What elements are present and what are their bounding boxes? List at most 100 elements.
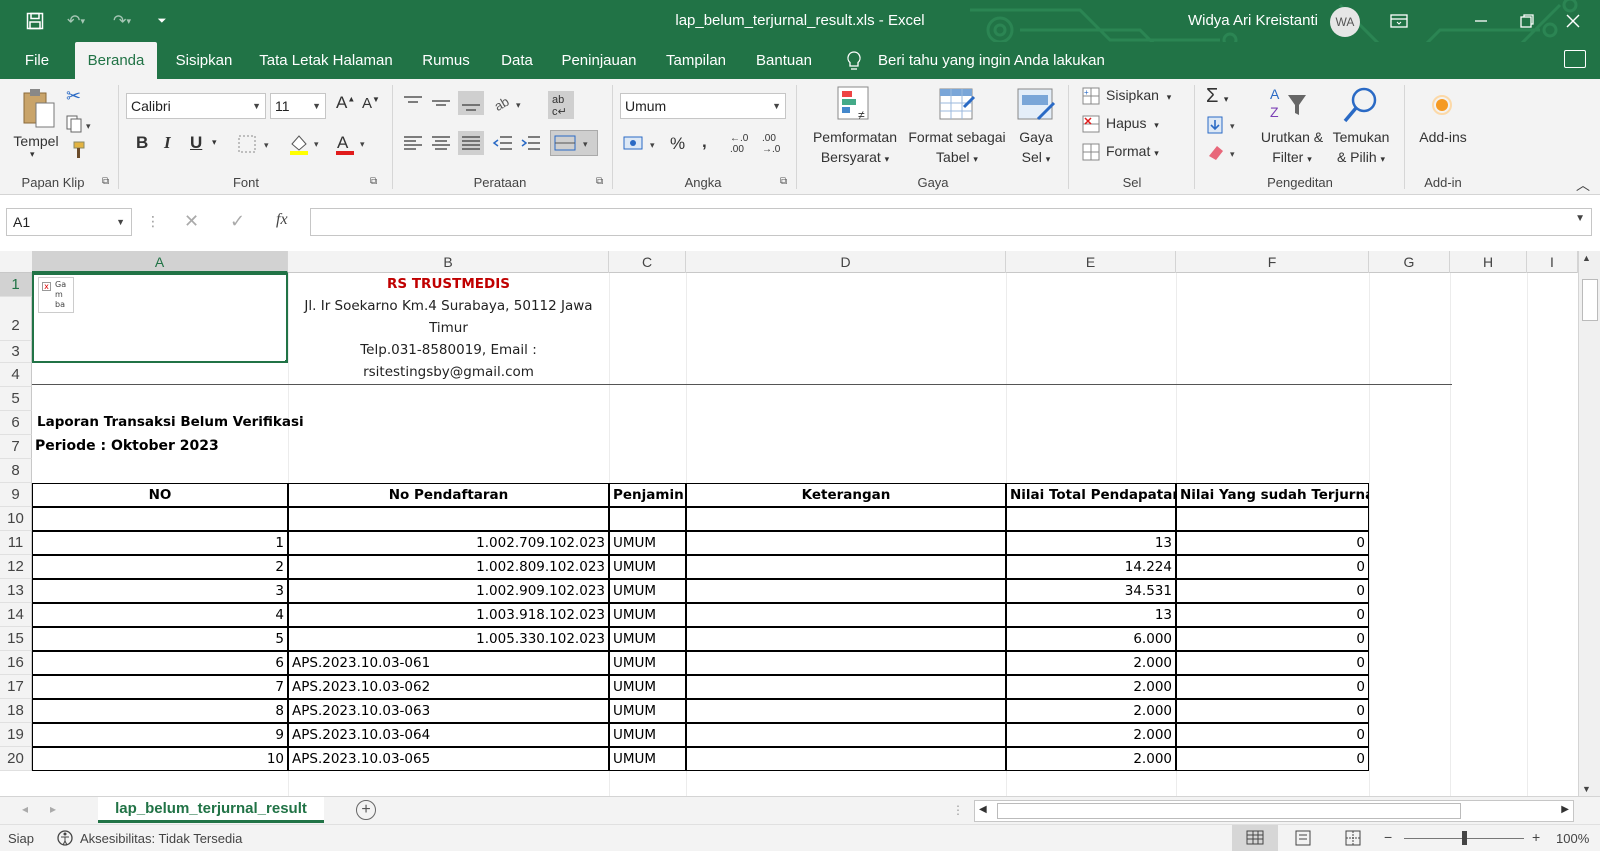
row-header-4[interactable]: 4	[0, 363, 32, 387]
table-cell[interactable]: 34.531	[1006, 579, 1176, 603]
font-launcher-icon[interactable]: ⧉	[370, 176, 377, 187]
tab-file[interactable]: File	[14, 42, 60, 79]
italic-icon[interactable]: I	[164, 133, 171, 153]
table-cell[interactable]: UMUM	[609, 747, 686, 771]
row-header-11[interactable]: 11	[0, 531, 32, 555]
company-header-block[interactable]: RS TRUSTMEDIS Jl. Ir Soekarno Km.4 Suraba…	[288, 273, 609, 383]
report-period[interactable]: Periode : Oktober 2023	[32, 435, 532, 459]
table-cell[interactable]: UMUM	[609, 675, 686, 699]
table-cell[interactable]	[686, 603, 1006, 627]
vertical-scroll-thumb[interactable]	[1582, 279, 1598, 321]
decrease-font-icon[interactable]: A▼	[362, 95, 380, 112]
merge-center-icon[interactable]: ▾	[550, 130, 598, 156]
table-cell[interactable]: 4	[32, 603, 288, 627]
tab-tata-letak[interactable]: Tata Letak Halaman	[255, 42, 397, 79]
add-ins-icon[interactable]	[1430, 93, 1454, 120]
table-header-1[interactable]: No Pendaftaran	[288, 483, 609, 507]
table-cell[interactable]: 1.005.330.102.023	[288, 627, 609, 651]
vertical-scrollbar[interactable]: ▲ ▼	[1578, 251, 1600, 796]
table-cell[interactable]: APS.2023.10.03-063	[288, 699, 609, 723]
format-as-table-label-2[interactable]: Tabel ▾	[904, 147, 1010, 169]
table-cell[interactable]: 0	[1176, 531, 1369, 555]
align-middle-icon[interactable]	[430, 93, 452, 116]
row-header-15[interactable]: 15	[0, 627, 32, 651]
row-header-13[interactable]: 13	[0, 579, 32, 603]
ribbon-display-icon[interactable]	[1376, 0, 1422, 42]
table-cell[interactable]: 13	[1006, 603, 1176, 627]
column-header-h[interactable]: H	[1450, 251, 1527, 273]
delete-cells-button[interactable]: Hapus ▾	[1106, 115, 1159, 131]
scroll-up-icon[interactable]: ▲	[1582, 253, 1591, 263]
fill-color-icon[interactable]: ▾	[288, 132, 328, 159]
conditional-formatting-label-2[interactable]: Bersyarat ▾	[806, 147, 904, 169]
increase-indent-icon[interactable]	[520, 133, 542, 156]
table-cell[interactable]	[686, 723, 1006, 747]
row-header-20[interactable]: 20	[0, 747, 32, 771]
row-header-18[interactable]: 18	[0, 699, 32, 723]
sort-filter-label-2[interactable]: Filter ▾	[1256, 147, 1328, 169]
row-header-1[interactable]: 1	[0, 273, 32, 297]
report-title[interactable]: Laporan Transaksi Belum Verifikasi	[34, 411, 534, 435]
avatar[interactable]: WA	[1330, 7, 1360, 37]
page-break-view-icon[interactable]	[1344, 830, 1362, 849]
table-cell[interactable]: UMUM	[609, 723, 686, 747]
format-as-table-label-1[interactable]: Format sebagai	[904, 127, 1010, 147]
table-empty-cell[interactable]	[609, 507, 686, 531]
table-cell[interactable]: 1.002.709.102.023	[288, 531, 609, 555]
table-header-0[interactable]: NO	[32, 483, 288, 507]
table-cell[interactable]: UMUM	[609, 579, 686, 603]
table-cell[interactable]	[686, 699, 1006, 723]
next-sheet-icon[interactable]: ▸	[50, 802, 56, 816]
table-cell[interactable]: UMUM	[609, 555, 686, 579]
alignment-launcher-icon[interactable]: ⧉	[596, 176, 603, 187]
table-cell[interactable]: 1.003.918.102.023	[288, 603, 609, 627]
table-cell[interactable]	[686, 651, 1006, 675]
scroll-right-icon[interactable]: ▶	[1561, 804, 1569, 815]
row-header-9[interactable]: 9	[0, 483, 32, 507]
add-sheet-icon[interactable]: +	[356, 800, 376, 820]
table-header-4[interactable]: Nilai Total Pendapatan	[1006, 483, 1176, 507]
table-cell[interactable]: 0	[1176, 651, 1369, 675]
table-cell[interactable]: 0	[1176, 555, 1369, 579]
percent-icon[interactable]: %	[670, 134, 685, 154]
conditional-formatting-label-1[interactable]: Pemformatan	[806, 127, 904, 147]
zoom-out-icon[interactable]: −	[1384, 829, 1392, 845]
table-cell[interactable]: 3	[32, 579, 288, 603]
autosum-icon[interactable]: Σ ▾	[1206, 85, 1228, 108]
sort-filter-label-1[interactable]: Urutkan &	[1256, 127, 1328, 147]
collapse-ribbon-icon[interactable]: ︿	[1576, 175, 1590, 195]
minimize-icon[interactable]	[1458, 0, 1504, 42]
table-cell[interactable]: 9	[32, 723, 288, 747]
table-cell[interactable]: 2.000	[1006, 699, 1176, 723]
table-cell[interactable]: 5	[32, 627, 288, 651]
paste-dropdown-icon[interactable]: ▾	[30, 149, 35, 160]
delete-cells-icon[interactable]	[1082, 115, 1100, 136]
insert-cells-button[interactable]: Sisipkan ▾	[1106, 87, 1171, 103]
font-size-select[interactable]: 11 ▼	[270, 93, 326, 119]
restore-icon[interactable]	[1504, 0, 1550, 42]
clipboard-launcher-icon[interactable]: ⧉	[102, 176, 109, 187]
font-name-select[interactable]: Calibri ▼	[126, 93, 266, 119]
table-cell[interactable]: 2.000	[1006, 747, 1176, 771]
cut-icon[interactable]: ✂	[66, 86, 81, 107]
increase-font-icon[interactable]: A▲	[336, 93, 355, 113]
zoom-level[interactable]: 100%	[1556, 831, 1589, 846]
paste-icon[interactable]	[20, 87, 56, 132]
find-select-label-2[interactable]: & Pilih ▾	[1326, 147, 1396, 169]
format-cells-icon[interactable]	[1082, 143, 1100, 164]
tab-tampilan[interactable]: Tampilan	[656, 42, 736, 79]
table-cell[interactable]: UMUM	[609, 531, 686, 555]
table-cell[interactable]: 13	[1006, 531, 1176, 555]
accessibility-icon[interactable]	[56, 829, 76, 850]
table-cell[interactable]: APS.2023.10.03-065	[288, 747, 609, 771]
table-cell[interactable]	[686, 747, 1006, 771]
column-header-b[interactable]: B	[288, 251, 609, 273]
row-header-6[interactable]: 6	[0, 411, 32, 435]
table-cell[interactable]: 0	[1176, 699, 1369, 723]
insert-function-icon[interactable]: fx	[276, 211, 288, 229]
table-empty-cell[interactable]	[288, 507, 609, 531]
table-cell[interactable]: UMUM	[609, 603, 686, 627]
table-cell[interactable]: 8	[32, 699, 288, 723]
table-header-2[interactable]: Penjamin	[609, 483, 686, 507]
format-cells-button[interactable]: Format ▾	[1106, 143, 1159, 159]
